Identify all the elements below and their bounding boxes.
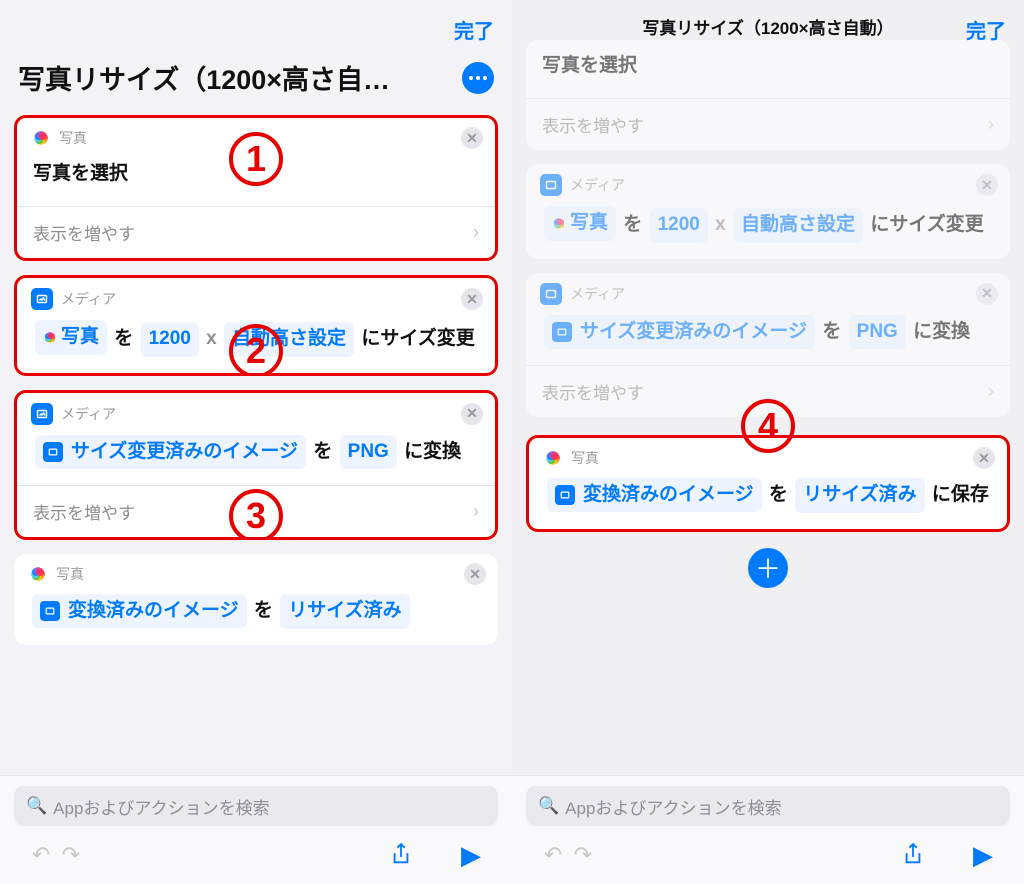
token-album[interactable]: リサイズ済み: [795, 478, 924, 512]
media-icon: [540, 283, 562, 305]
photos-icon: [543, 448, 563, 468]
title-row: 写真リサイズ（1200×高さ自…: [0, 50, 512, 115]
token-photo[interactable]: 写真: [35, 320, 107, 354]
chevron-right-icon: ›: [473, 222, 479, 243]
actions-list: 写真 ✕ 写真を選択 表示を増やす › 1 メディア ✕ 写真 を 120: [0, 115, 512, 645]
header-title: 写真リサイズ（1200×高さ自動）: [512, 14, 1024, 39]
right-screenshot: 写真リサイズ（1200×高さ自動） 完了 写真を選択 表示を増やす › メディア…: [512, 0, 1024, 884]
action-body: 変換済みのイメージ を リサイズ済み: [14, 588, 498, 644]
undo-button[interactable]: ↶: [538, 840, 568, 870]
search-input[interactable]: 🔍 Appおよびアクションを検索: [14, 786, 498, 826]
annotation-3: 3: [229, 489, 283, 540]
app-label: 写真: [56, 564, 84, 584]
expand-row[interactable]: 表示を増やす ›: [17, 206, 495, 258]
token-resized-image[interactable]: サイズ変更済みのイメージ: [544, 315, 815, 349]
media-icon: [31, 288, 53, 310]
action-card-2[interactable]: メディア ✕ 写真 を 1200 x 自動高さ設定 にサイズ変更: [526, 164, 1010, 258]
app-label: メディア: [570, 175, 625, 195]
photos-icon: [31, 128, 51, 148]
action-body: 写真を選択: [526, 40, 1010, 98]
shortcut-title: 写真リサイズ（1200×高さ自…: [18, 58, 452, 97]
undo-button[interactable]: ↶: [26, 840, 56, 870]
annotation-2: 2: [229, 324, 283, 375]
media-icon: [540, 174, 562, 196]
bottom-bar: 🔍 Appおよびアクションを検索 ↶ ↷ ▶: [0, 776, 512, 884]
nav-header: 完了: [0, 0, 512, 50]
action-card-3[interactable]: メディア ✕ サイズ変更済みのイメージ を PNG に変換 表示を増やす ›: [526, 273, 1010, 417]
share-button[interactable]: [386, 840, 416, 870]
action-body: 変換済みのイメージ を リサイズ済み に保存: [529, 472, 1007, 528]
action-body: サイズ変更済みのイメージ を PNG に変換: [526, 309, 1010, 365]
done-button[interactable]: 完了: [966, 15, 1006, 44]
action-card-3[interactable]: メディア ✕ サイズ変更済みのイメージ を PNG に変換 表示を増やす › 3: [14, 390, 498, 540]
remove-action-button[interactable]: ✕: [461, 403, 483, 425]
app-label: メディア: [61, 404, 116, 424]
action-body: サイズ変更済みのイメージ を PNG に変換: [17, 429, 495, 485]
remove-action-button[interactable]: ✕: [461, 127, 483, 149]
token-height[interactable]: 自動高さ設定: [733, 208, 863, 242]
remove-action-button[interactable]: ✕: [976, 174, 998, 196]
chevron-right-icon: ›: [473, 501, 479, 522]
annotation-1: 1: [229, 132, 283, 186]
focused-action-wrap: 4 写真 ✕ 変換済みのイメージ を リサイズ済み に保存 ＋: [512, 435, 1024, 587]
action-card-4[interactable]: 写真 ✕ 変換済みのイメージ を リサイズ済み: [14, 554, 498, 644]
remove-action-button[interactable]: ✕: [464, 563, 486, 585]
app-label: 写真: [571, 448, 599, 468]
chevron-right-icon: ›: [988, 114, 994, 135]
redo-button[interactable]: ↷: [568, 840, 598, 870]
redo-button[interactable]: ↷: [56, 840, 86, 870]
add-action-button[interactable]: ＋: [748, 548, 788, 588]
expand-row[interactable]: 表示を増やす ›: [526, 98, 1010, 150]
run-button[interactable]: ▶: [456, 840, 486, 870]
annotation-4: 4: [741, 399, 795, 453]
left-screenshot: 完了 写真リサイズ（1200×高さ自… 写真 ✕ 写真を選択 表示を増やす › …: [0, 0, 512, 884]
token-resized-image[interactable]: サイズ変更済みのイメージ: [35, 435, 306, 469]
toolbar: ↶ ↷ ▶: [14, 826, 498, 880]
photos-icon: [28, 564, 48, 584]
app-label: メディア: [570, 284, 625, 304]
action-card-2[interactable]: メディア ✕ 写真 を 1200 x 自動高さ設定 にサイズ変更 2: [14, 275, 498, 375]
run-button[interactable]: ▶: [968, 840, 998, 870]
token-photo[interactable]: 写真: [544, 206, 616, 240]
app-label: メディア: [61, 289, 116, 309]
token-album[interactable]: リサイズ済み: [280, 594, 409, 628]
token-format[interactable]: PNG: [340, 435, 397, 469]
more-button[interactable]: [462, 62, 494, 94]
search-icon: 🔍: [538, 796, 559, 816]
token-width[interactable]: 1200: [141, 322, 199, 356]
remove-action-button[interactable]: ✕: [973, 447, 995, 469]
search-icon: 🔍: [26, 796, 47, 816]
search-input[interactable]: 🔍 Appおよびアクションを検索: [526, 786, 1010, 826]
action-body: 写真 を 1200 x 自動高さ設定 にサイズ変更: [526, 200, 1010, 258]
token-converted-image[interactable]: 変換済みのイメージ: [547, 478, 762, 512]
token-converted-image[interactable]: 変換済みのイメージ: [32, 594, 247, 628]
chevron-right-icon: ›: [988, 381, 994, 402]
action-card-1[interactable]: 写真を選択 表示を増やす ›: [526, 40, 1010, 150]
actions-list-dimmed: 写真を選択 表示を増やす › メディア ✕ 写真 を 1200 x 自動高さ設定…: [512, 40, 1024, 417]
token-width[interactable]: 1200: [650, 208, 708, 242]
bottom-bar: 🔍 Appおよびアクションを検索 ↶ ↷ ▶: [512, 776, 1024, 884]
remove-action-button[interactable]: ✕: [976, 283, 998, 305]
toolbar: ↶ ↷ ▶: [526, 826, 1010, 880]
app-label: 写真: [59, 128, 87, 148]
share-button[interactable]: [898, 840, 928, 870]
remove-action-button[interactable]: ✕: [461, 288, 483, 310]
token-format[interactable]: PNG: [849, 315, 906, 349]
done-button[interactable]: 完了: [454, 15, 494, 44]
media-icon: [31, 403, 53, 425]
action-card-1[interactable]: 写真 ✕ 写真を選択 表示を増やす › 1: [14, 115, 498, 261]
